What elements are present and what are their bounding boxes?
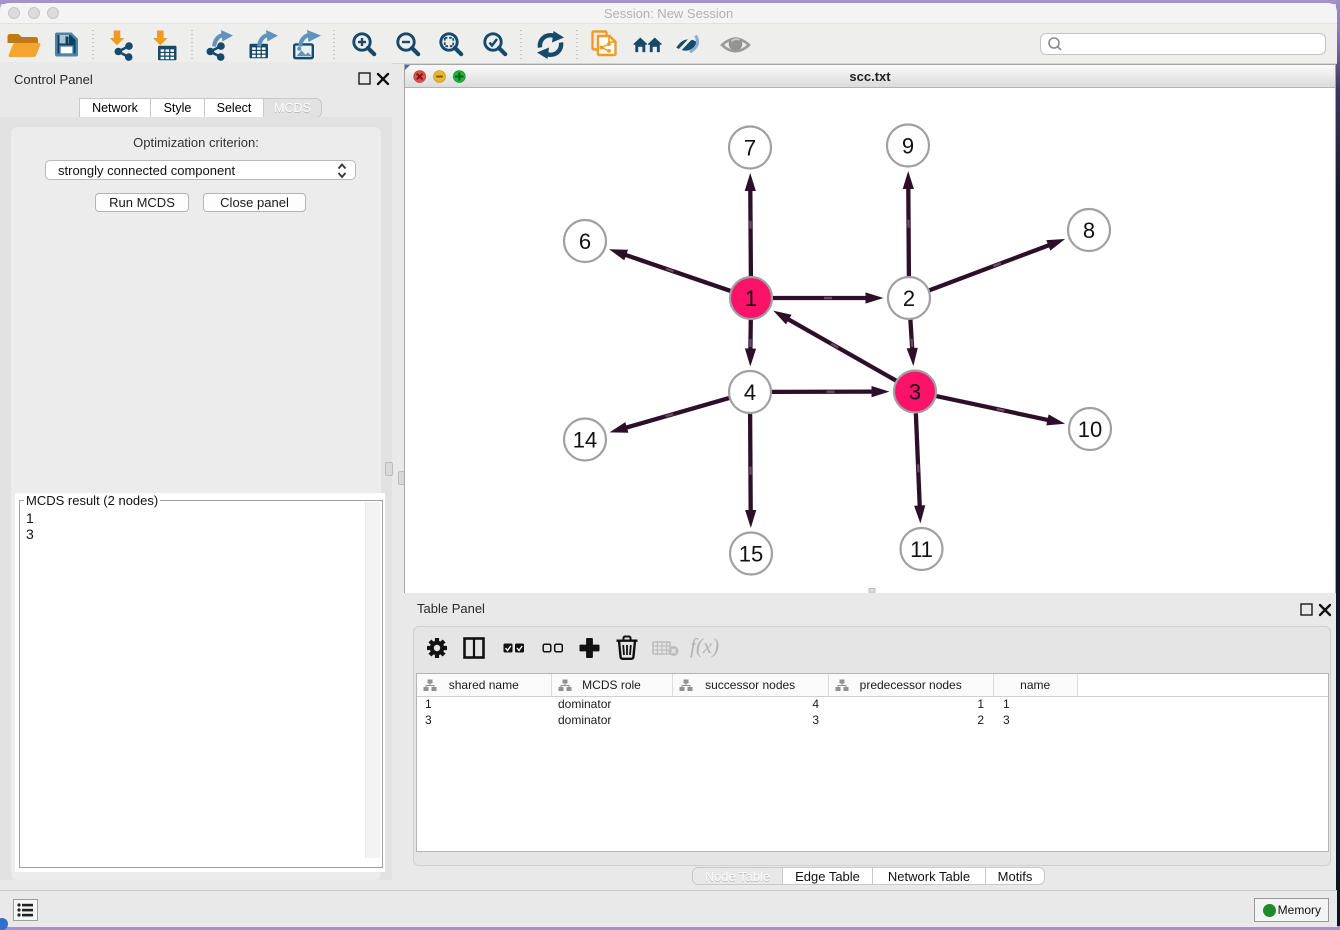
svg-text:2: 2 <box>903 286 915 311</box>
svg-text:8: 8 <box>1083 218 1095 243</box>
svg-text:11: 11 <box>910 537 933 562</box>
svg-text:6: 6 <box>579 229 591 254</box>
svg-text:9: 9 <box>902 134 914 159</box>
svg-text:3: 3 <box>909 380 921 405</box>
svg-text:15: 15 <box>739 542 763 567</box>
svg-text:1: 1 <box>745 286 757 311</box>
svg-text:4: 4 <box>744 380 756 405</box>
svg-text:10: 10 <box>1078 417 1102 442</box>
svg-text:7: 7 <box>744 136 756 161</box>
svg-text:14: 14 <box>573 428 597 453</box>
